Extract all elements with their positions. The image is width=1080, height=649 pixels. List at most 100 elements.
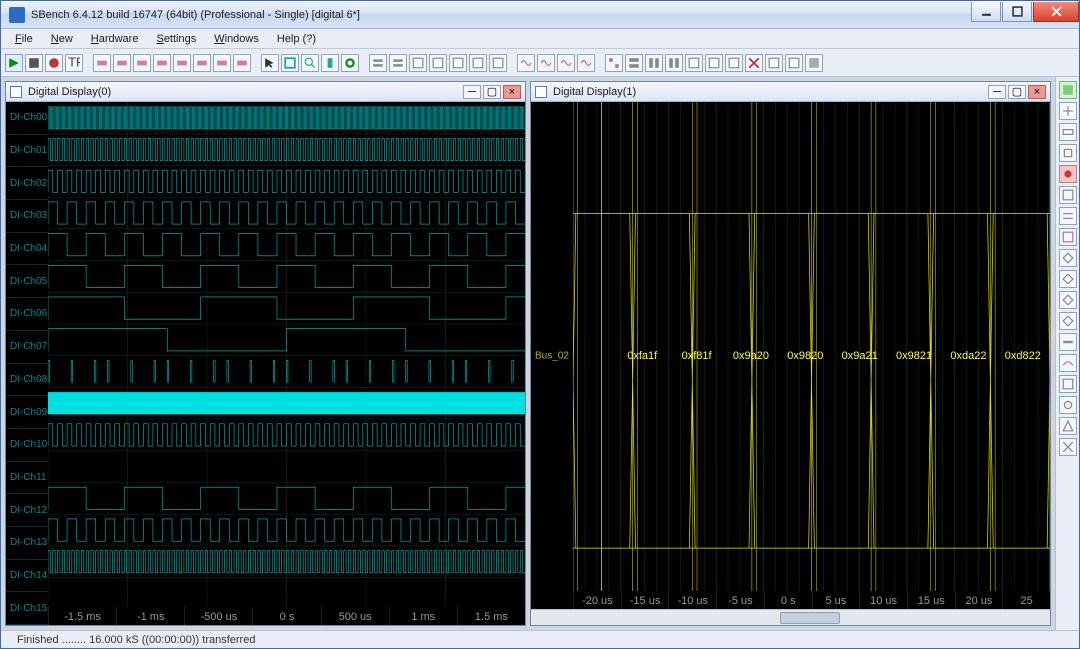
channel-label[interactable]: DI-Ch08: [6, 364, 48, 397]
layout-icon-6[interactable]: [469, 54, 487, 72]
tool-icon-2[interactable]: [113, 54, 131, 72]
grid-icon-7[interactable]: [725, 54, 743, 72]
menu-new[interactable]: New: [43, 31, 81, 47]
hscrollbar-1[interactable]: [531, 609, 1050, 625]
tool-icon-1[interactable]: [93, 54, 111, 72]
side-icon-2[interactable]: [1059, 102, 1077, 120]
channel-label[interactable]: DI-Ch09: [6, 396, 48, 429]
side-icon-13[interactable]: [1059, 333, 1077, 351]
side-icon-16[interactable]: [1059, 396, 1077, 414]
scroll-thumb[interactable]: [780, 612, 840, 624]
tool-icon-4[interactable]: [153, 54, 171, 72]
channel-label[interactable]: DI-Ch12: [6, 494, 48, 527]
tool-icon-3[interactable]: [133, 54, 151, 72]
mdi-maximize-1[interactable]: ▢: [1008, 85, 1026, 99]
channel-label[interactable]: DI-Ch14: [6, 560, 48, 593]
channel-label[interactable]: DI-Ch11: [6, 462, 48, 495]
waveform-panel-1[interactable]: Bus_02 0xfa1f0xf81f0x9a200x98200x9a210x9…: [531, 102, 1050, 609]
layout-icon-7[interactable]: [489, 54, 507, 72]
channel-label[interactable]: DI-Ch03: [6, 200, 48, 233]
side-icon-7[interactable]: [1059, 207, 1077, 225]
zoom-icon[interactable]: [301, 54, 319, 72]
side-icon-3[interactable]: [1059, 123, 1077, 141]
mdi-minimize-1[interactable]: ─: [988, 85, 1006, 99]
waveform-canvas-0[interactable]: -1.5 ms-1 ms-500 us0 s500 us1 ms1.5 ms: [48, 102, 525, 625]
grid-icon-8[interactable]: [765, 54, 783, 72]
layout-icon-1[interactable]: [369, 54, 387, 72]
side-icon-11[interactable]: [1059, 291, 1077, 309]
delete-icon[interactable]: [745, 54, 763, 72]
stop-icon[interactable]: [25, 54, 43, 72]
grid-icon-4[interactable]: [665, 54, 683, 72]
side-icon-10[interactable]: [1059, 270, 1077, 288]
channel-label[interactable]: DI-Ch10: [6, 429, 48, 462]
side-icon-18[interactable]: [1059, 438, 1077, 456]
waveform-canvas-1[interactable]: 0xfa1f0xf81f0x9a200x98200x9a210x98210xda…: [573, 102, 1050, 609]
tool-icon-6[interactable]: [193, 54, 211, 72]
grid-icon-5[interactable]: [685, 54, 703, 72]
layout-icon-2[interactable]: [389, 54, 407, 72]
menu-file[interactable]: File: [7, 31, 41, 47]
grid-icon-10[interactable]: [805, 54, 823, 72]
channel-label[interactable]: DI-Ch00: [6, 102, 48, 135]
side-icon-4[interactable]: [1059, 144, 1077, 162]
side-icon-12[interactable]: [1059, 312, 1077, 330]
view-icon-2[interactable]: [537, 54, 555, 72]
channel-label[interactable]: DI-Ch07: [6, 331, 48, 364]
titlebar[interactable]: SBench 6.4.12 build 16747 (64bit) (Profe…: [1, 1, 1079, 29]
select-icon[interactable]: [281, 54, 299, 72]
mdi-close-0[interactable]: ×: [503, 85, 521, 99]
layout-icon-4[interactable]: [429, 54, 447, 72]
waveform-panel-0[interactable]: DI-Ch00DI-Ch01DI-Ch02DI-Ch03DI-Ch04DI-Ch…: [6, 102, 525, 625]
layout-icon-3[interactable]: [409, 54, 427, 72]
maximize-button[interactable]: [1002, 2, 1032, 22]
grid-icon-9[interactable]: [785, 54, 803, 72]
view-icon-4[interactable]: [577, 54, 595, 72]
side-icon-9[interactable]: [1059, 249, 1077, 267]
tool-icon-5[interactable]: [173, 54, 191, 72]
channel-label[interactable]: DI-Ch06: [6, 298, 48, 331]
channel-label[interactable]: DI-Ch05: [6, 265, 48, 298]
force-trigger-icon[interactable]: TRG: [65, 54, 83, 72]
channel-label[interactable]: DI-Ch15: [6, 592, 48, 625]
side-icon-6[interactable]: [1059, 186, 1077, 204]
menu-hardware[interactable]: Hardware: [83, 31, 147, 47]
tool-icon-7[interactable]: [213, 54, 231, 72]
view-icon-3[interactable]: [557, 54, 575, 72]
grid-icon-1[interactable]: [605, 54, 623, 72]
tool-icon-8[interactable]: [233, 54, 251, 72]
grid-icon-2[interactable]: [625, 54, 643, 72]
mdi-minimize-0[interactable]: ─: [463, 85, 481, 99]
mdi-sysmenu-icon[interactable]: [535, 86, 547, 98]
close-button[interactable]: [1033, 2, 1079, 22]
mdi-titlebar-0[interactable]: Digital Display(0) ─ ▢ ×: [6, 82, 525, 102]
mdi-maximize-0[interactable]: ▢: [483, 85, 501, 99]
side-icon-15[interactable]: [1059, 375, 1077, 393]
grid-icon-6[interactable]: [705, 54, 723, 72]
record-icon[interactable]: [45, 54, 63, 72]
layout-icon-5[interactable]: [449, 54, 467, 72]
channel-label[interactable]: DI-Ch04: [6, 233, 48, 266]
side-icon-14[interactable]: [1059, 354, 1077, 372]
view-icon-1[interactable]: [517, 54, 535, 72]
channel-label[interactable]: DI-Ch13: [6, 527, 48, 560]
channel-label[interactable]: DI-Ch01: [6, 135, 48, 168]
gear-icon[interactable]: [341, 54, 359, 72]
menu-settings[interactable]: Settings: [148, 31, 204, 47]
channel-label[interactable]: DI-Ch02: [6, 167, 48, 200]
side-icon-1[interactable]: [1059, 81, 1077, 99]
app-window: SBench 6.4.12 build 16747 (64bit) (Profe…: [0, 0, 1080, 649]
minimize-button[interactable]: [971, 2, 1001, 22]
menu-windows[interactable]: Windows: [206, 31, 267, 47]
mdi-sysmenu-icon[interactable]: [10, 86, 22, 98]
mdi-titlebar-1[interactable]: Digital Display(1) ─ ▢ ×: [531, 82, 1050, 102]
pan-icon[interactable]: [321, 54, 339, 72]
cursor-icon[interactable]: [261, 54, 279, 72]
side-icon-8[interactable]: [1059, 228, 1077, 246]
menu-help[interactable]: Help (?): [269, 31, 324, 47]
play-icon[interactable]: [5, 54, 23, 72]
mdi-close-1[interactable]: ×: [1028, 85, 1046, 99]
side-icon-17[interactable]: [1059, 417, 1077, 435]
side-icon-5[interactable]: [1059, 165, 1077, 183]
grid-icon-3[interactable]: [645, 54, 663, 72]
